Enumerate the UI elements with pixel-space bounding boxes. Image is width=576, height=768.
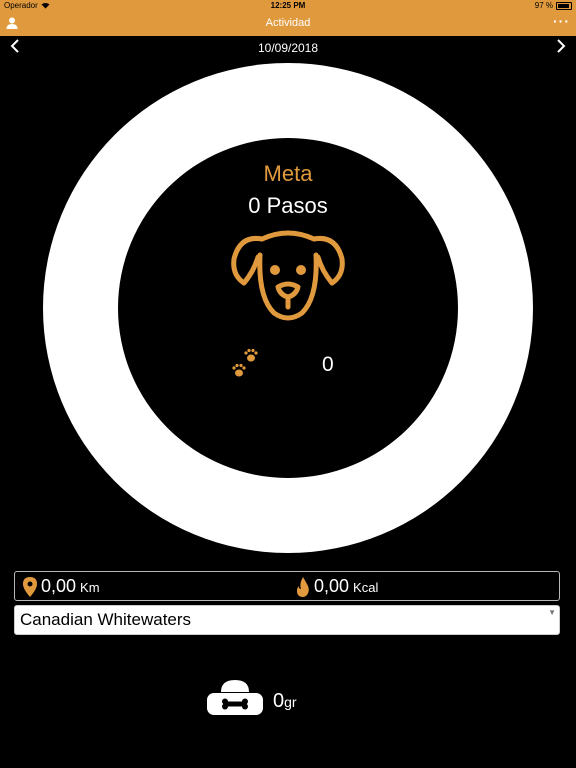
goal-label: Meta: [263, 161, 313, 186]
dog-bowl-icon: [207, 680, 263, 715]
distance-value: 0,00: [41, 576, 77, 596]
food-value: 0: [273, 690, 285, 712]
food-unit: gr: [284, 694, 297, 710]
date-navigator: 10/09/2018: [0, 38, 576, 58]
battery-percent: 97 %: [534, 1, 553, 10]
battery-icon: [556, 1, 572, 10]
goal-steps: 0 Pasos: [248, 193, 328, 218]
dog-select[interactable]: Canadian Whitewaters ▼: [14, 605, 560, 635]
calories-unit: Kcal: [353, 580, 379, 595]
stats-bar: 0,00 Km 0,00 Kcal: [14, 571, 560, 601]
more-icon[interactable]: ···: [553, 13, 570, 29]
current-date: 10/09/2018: [257, 41, 319, 55]
battery-group: 97 %: [535, 1, 572, 10]
dog-icon: [231, 230, 345, 321]
status-bar: Operador 12:25 PM 97 %: [0, 0, 576, 12]
nav-bar: Actividad ···: [0, 12, 576, 36]
chevron-right-icon[interactable]: [554, 38, 568, 54]
calories-value: 0,00: [314, 576, 350, 596]
paw-prints-icon: [232, 348, 258, 377]
food-amount: 0 gr: [273, 690, 297, 713]
distance-stat: 0,00 Km: [23, 576, 100, 597]
distance-unit: Km: [80, 580, 100, 595]
calories-stat: 0,00 Kcal: [296, 576, 378, 597]
dog-select-value: Canadian Whitewaters: [20, 610, 192, 629]
location-pin-icon: [23, 576, 37, 597]
status-time: 12:25 PM: [270, 1, 306, 10]
flame-icon: [296, 576, 309, 597]
page-title: Actividad: [265, 17, 311, 29]
step-count: 0: [322, 353, 334, 376]
dropdown-caret-icon: ▼: [548, 608, 556, 617]
